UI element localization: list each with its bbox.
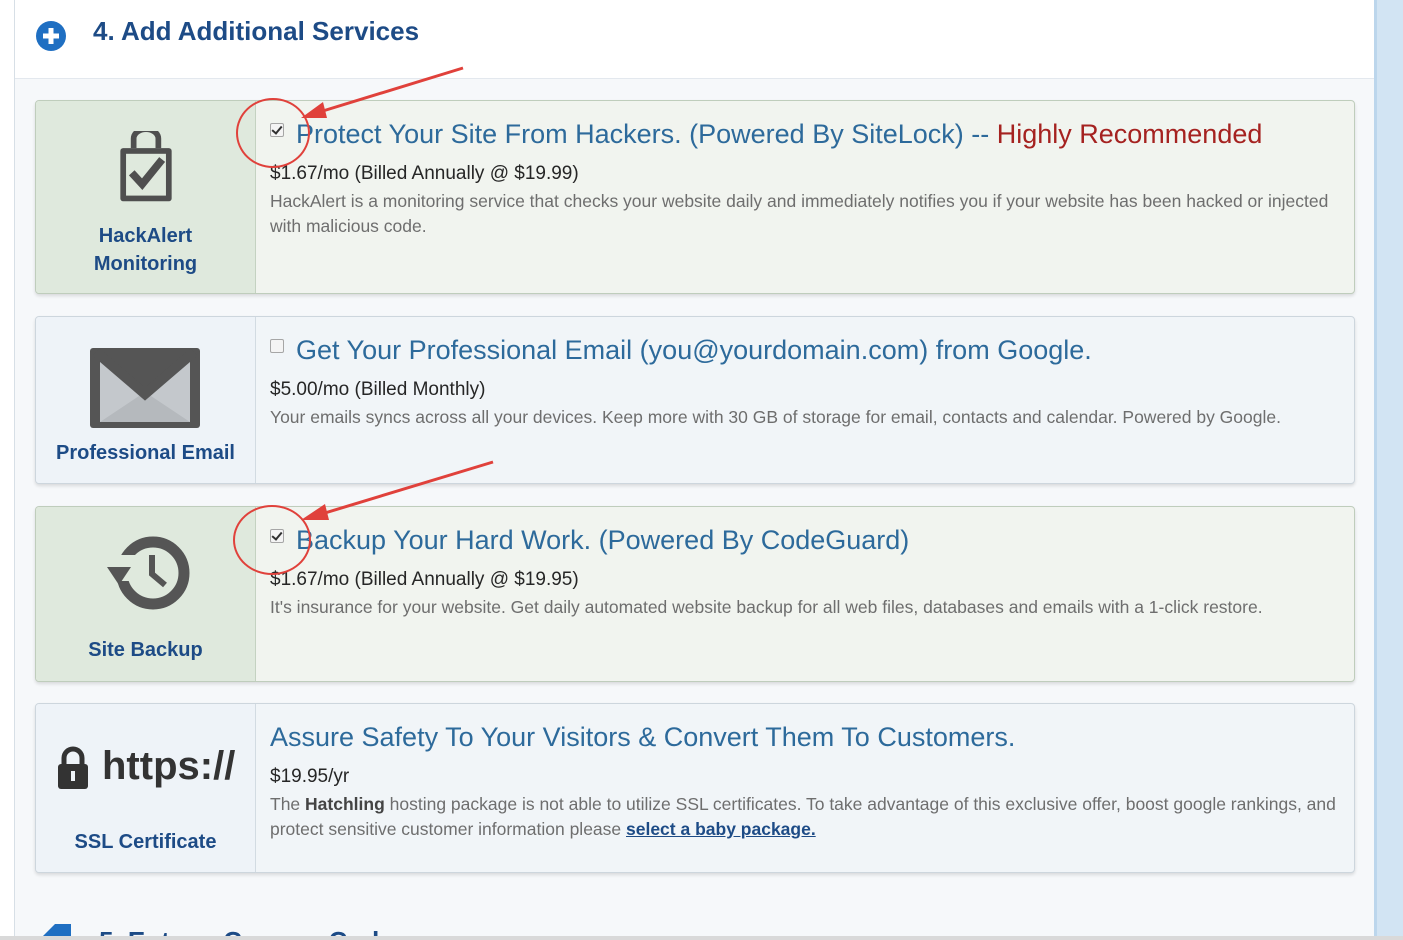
option-label: SSL Certificate	[74, 831, 217, 853]
option-description: HackAlert is a monitoring service that c…	[270, 191, 1329, 236]
option-label: HackAlert Monitoring	[36, 222, 255, 278]
option-label: Professional Email	[56, 442, 235, 464]
shield-check-icon	[120, 131, 172, 202]
desc-text: The	[270, 794, 306, 814]
option-label-line: Monitoring	[93, 253, 198, 275]
option-title: Backup Your Hard Work. (Powered By CodeG…	[296, 525, 910, 555]
page-bottom-border	[0, 936, 1403, 940]
section-header: 4. Add Additional Services	[15, 0, 1375, 79]
option-label: Site Backup	[88, 639, 203, 661]
padlock-icon	[58, 746, 88, 789]
option-title: Assure Safety To Your Visitors & Convert…	[270, 722, 1016, 752]
history-clock-icon	[107, 536, 190, 610]
option-price: $5.00/mo (Billed Monthly)	[270, 379, 486, 400]
option-description: The Hatchling hosting package is not abl…	[270, 792, 1340, 842]
option-icon-cell: HackAlert Monitoring	[36, 101, 256, 293]
option-icon-cell: Professional Email	[36, 317, 256, 483]
option-title: Get Your Professional Email (you@yourdom…	[296, 335, 1092, 365]
annotation-arrow	[301, 460, 494, 520]
option-card-hackalert: HackAlert Monitoring Protect Your Site F…	[35, 100, 1355, 294]
plus-circle-icon	[36, 21, 66, 51]
option-label-line: HackAlert	[98, 225, 193, 247]
package-name: Hatchling	[305, 794, 385, 814]
highly-recommended-label: Highly Recommended	[996, 119, 1263, 149]
envelope-icon	[90, 348, 200, 428]
option-card-email: Professional Email Get Your Professional…	[35, 316, 1355, 484]
scroll-track[interactable]	[1374, 0, 1403, 940]
https-icon-text: https://	[102, 744, 236, 788]
option-description: Your emails syncs across all your device…	[270, 407, 1281, 427]
option-price: $1.67/mo (Billed Annually @ $19.95)	[270, 569, 579, 590]
option-price: $1.67/mo (Billed Annually @ $19.99)	[270, 163, 579, 184]
option-icon-cell: Site Backup	[36, 507, 256, 681]
option-price: $19.95/yr	[270, 766, 350, 787]
annotation-arrow	[301, 66, 464, 118]
section-title: 4. Add Additional Services	[93, 16, 420, 46]
select-baby-package-link[interactable]: select a baby package.	[626, 819, 816, 839]
option-description: It's insurance for your website. Get dai…	[270, 597, 1263, 617]
option-icon-cell: https:// SSL Certificate	[36, 704, 256, 872]
checkout-panel: 4. Add Additional Services HackAlert Mon…	[14, 0, 1375, 940]
email-checkbox[interactable]	[270, 339, 284, 353]
option-card-ssl: https:// SSL Certificate Assure Safety T…	[35, 703, 1355, 873]
